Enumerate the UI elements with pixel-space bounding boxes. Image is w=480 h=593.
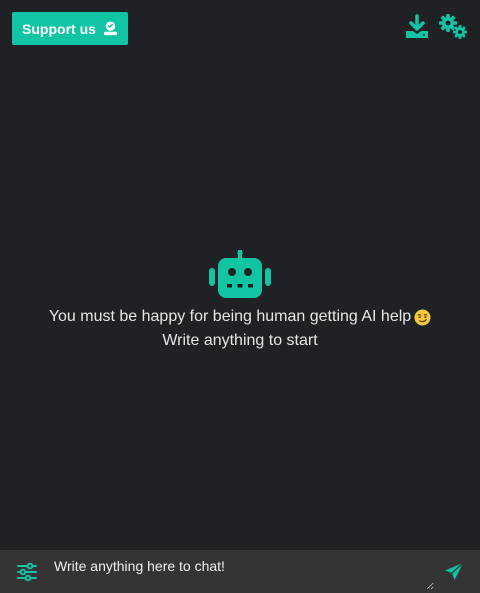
send-icon[interactable] xyxy=(444,562,464,582)
chat-input[interactable] xyxy=(46,552,434,590)
empty-state: You must be happy for being human gettin… xyxy=(0,250,480,353)
chat-input-bar xyxy=(0,550,480,593)
welcome-line-1: You must be happy for being human gettin… xyxy=(48,308,412,325)
support-us-label: Support us xyxy=(22,20,96,37)
hand-holding-heart-icon xyxy=(103,21,117,36)
welcome-line-2: Write anything to start xyxy=(162,332,318,349)
support-us-button[interactable]: Support us xyxy=(12,12,128,45)
app-window: Support us You must be happy for being h… xyxy=(0,0,480,593)
settings-gears-icon[interactable] xyxy=(438,13,468,41)
top-toolbar xyxy=(404,13,468,41)
robot-icon xyxy=(209,250,271,298)
sliders-icon[interactable] xyxy=(17,563,37,581)
smirk-face-emoji xyxy=(414,308,431,326)
welcome-message: You must be happy for being human gettin… xyxy=(0,305,480,353)
download-icon[interactable] xyxy=(404,14,430,40)
